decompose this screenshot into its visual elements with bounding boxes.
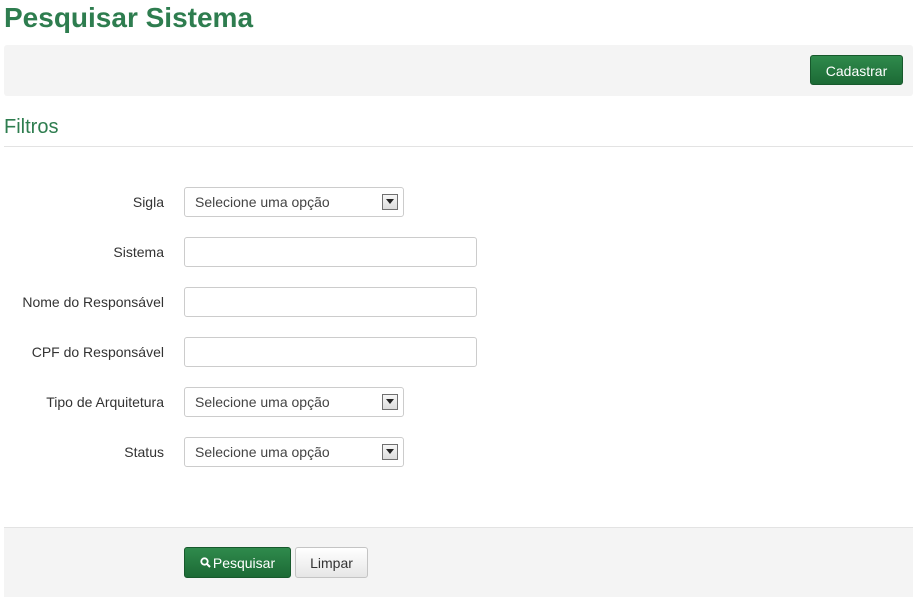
pesquisar-label: Pesquisar: [212, 555, 276, 571]
form-row-tipo-arquitetura: Tipo de Arquitetura Selecione uma opção: [0, 387, 915, 417]
toolbar: Cadastrar: [4, 45, 913, 96]
section-title-filtros: Filtros: [4, 116, 59, 138]
page-title: Pesquisar Sistema: [4, 2, 254, 33]
cpf-responsavel-input[interactable]: [184, 337, 477, 367]
status-label: Status: [124, 444, 164, 460]
cadastrar-button[interactable]: Cadastrar: [810, 55, 903, 85]
search-icon: [200, 549, 211, 578]
section-divider: [4, 146, 913, 147]
pesquisar-button[interactable]: Pesquisar: [184, 547, 291, 578]
status-select-value: Selecione uma opção: [195, 444, 330, 460]
sigla-label: Sigla: [132, 194, 164, 210]
nome-responsavel-input[interactable]: [184, 287, 477, 317]
form-row-sistema: Sistema: [0, 237, 915, 267]
sigla-select[interactable]: Selecione uma opção: [184, 187, 404, 217]
chevron-down-icon[interactable]: [382, 444, 398, 460]
page: Pesquisar Sistema Cadastrar Filtros Sigl…: [0, 0, 915, 597]
sistema-label: Sistema: [113, 244, 164, 260]
form-row-nome-responsavel: Nome do Responsável: [0, 287, 915, 317]
form-actions-bar: Pesquisar Limpar: [4, 527, 913, 597]
sigla-select-value: Selecione uma opção: [195, 194, 330, 210]
chevron-down-icon[interactable]: [382, 194, 398, 210]
cpf-responsavel-label: CPF do Responsável: [31, 344, 164, 360]
form-row-cpf-responsavel: CPF do Responsável: [0, 337, 915, 367]
tipo-arquitetura-select-value: Selecione uma opção: [195, 394, 330, 410]
chevron-down-icon[interactable]: [382, 394, 398, 410]
limpar-button[interactable]: Limpar: [295, 547, 368, 578]
sistema-input[interactable]: [184, 237, 477, 267]
tipo-arquitetura-select[interactable]: Selecione uma opção: [184, 387, 404, 417]
form-row-sigla: Sigla Selecione uma opção: [0, 187, 915, 217]
tipo-arquitetura-label: Tipo de Arquitetura: [46, 394, 164, 410]
status-select[interactable]: Selecione uma opção: [184, 437, 404, 467]
form-row-status: Status Selecione uma opção: [0, 437, 915, 467]
nome-responsavel-label: Nome do Responsável: [22, 294, 164, 310]
